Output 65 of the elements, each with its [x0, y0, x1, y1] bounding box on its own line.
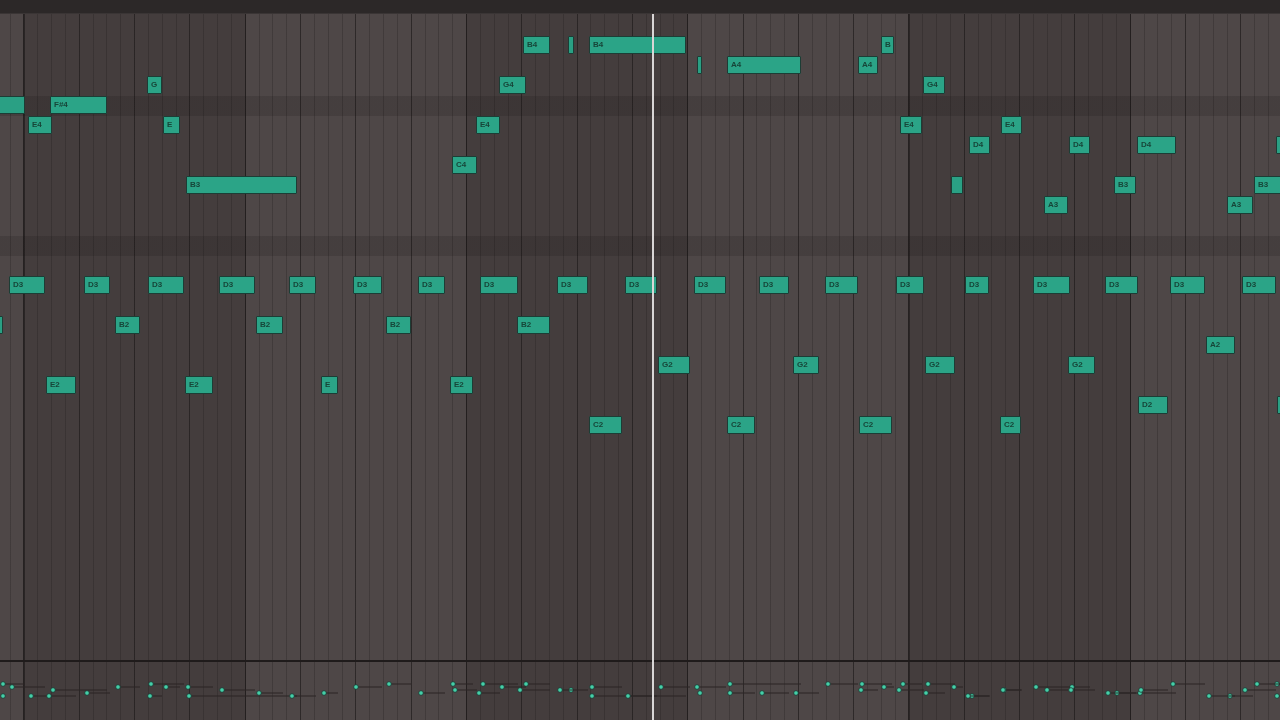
- midi-note[interactable]: D3: [148, 276, 184, 294]
- midi-note[interactable]: B3: [186, 176, 297, 194]
- midi-note[interactable]: D3: [353, 276, 382, 294]
- midi-note[interactable]: E2: [185, 376, 213, 394]
- midi-note[interactable]: D3: [9, 276, 45, 294]
- midi-note[interactable]: B2: [115, 316, 140, 334]
- midi-note[interactable]: E2: [46, 376, 76, 394]
- midi-note[interactable]: G2: [793, 356, 819, 374]
- midi-note[interactable]: D3: [418, 276, 445, 294]
- midi-note[interactable]: A4: [727, 56, 801, 74]
- midi-note[interactable]: E4: [1001, 116, 1022, 134]
- midi-note[interactable]: E: [321, 376, 338, 394]
- midi-note[interactable]: D3: [759, 276, 789, 294]
- midi-note[interactable]: B: [881, 36, 894, 54]
- midi-note[interactable]: [568, 36, 574, 54]
- midi-note[interactable]: D3: [557, 276, 588, 294]
- midi-note[interactable]: E4: [900, 116, 922, 134]
- midi-note[interactable]: D4: [1069, 136, 1090, 154]
- midi-note[interactable]: D3: [1242, 276, 1276, 294]
- midi-note[interactable]: B2: [386, 316, 411, 334]
- midi-note[interactable]: D4: [1137, 136, 1176, 154]
- midi-note[interactable]: D3: [1105, 276, 1138, 294]
- midi-note[interactable]: A2: [1206, 336, 1235, 354]
- midi-note[interactable]: [0, 96, 25, 114]
- midi-note[interactable]: D4: [969, 136, 990, 154]
- midi-note[interactable]: D3: [625, 276, 657, 294]
- velocity-markers[interactable]: [0, 681, 1280, 699]
- midi-note[interactable]: D3: [289, 276, 316, 294]
- midi-note[interactable]: C2: [1000, 416, 1021, 434]
- midi-note[interactable]: D3: [896, 276, 924, 294]
- midi-note[interactable]: [697, 56, 702, 74]
- midi-note[interactable]: B3: [1114, 176, 1136, 194]
- midi-note[interactable]: D3: [219, 276, 255, 294]
- midi-note[interactable]: G2: [925, 356, 955, 374]
- midi-note[interactable]: C2: [727, 416, 755, 434]
- midi-note[interactable]: B2: [517, 316, 550, 334]
- midi-note[interactable]: G2: [658, 356, 690, 374]
- midi-note[interactable]: G: [147, 76, 162, 94]
- midi-note[interactable]: D3: [1170, 276, 1205, 294]
- midi-note[interactable]: C4: [452, 156, 477, 174]
- midi-note[interactable]: C2: [859, 416, 892, 434]
- midi-note[interactable]: A3: [1227, 196, 1253, 214]
- midi-note[interactable]: D3: [480, 276, 518, 294]
- midi-note[interactable]: E4: [476, 116, 500, 134]
- midi-note[interactable]: A3: [1044, 196, 1068, 214]
- midi-note[interactable]: D3: [965, 276, 989, 294]
- midi-note[interactable]: A4: [858, 56, 878, 74]
- midi-note[interactable]: D3: [694, 276, 726, 294]
- midi-note[interactable]: F#4: [50, 96, 107, 114]
- midi-note[interactable]: E2: [450, 376, 473, 394]
- midi-note[interactable]: D3: [825, 276, 858, 294]
- midi-note[interactable]: E4: [28, 116, 52, 134]
- midi-note[interactable]: B4: [589, 36, 686, 54]
- midi-note[interactable]: [951, 176, 963, 194]
- midi-note[interactable]: B3: [1254, 176, 1280, 194]
- midi-note[interactable]: D3: [84, 276, 110, 294]
- midi-note[interactable]: G4: [923, 76, 945, 94]
- midi-note[interactable]: C2: [589, 416, 622, 434]
- midi-note[interactable]: B4: [523, 36, 550, 54]
- midi-note[interactable]: G2: [1068, 356, 1095, 374]
- midi-note[interactable]: E: [163, 116, 180, 134]
- midi-note[interactable]: B2: [256, 316, 283, 334]
- midi-note[interactable]: G4: [499, 76, 526, 94]
- midi-note[interactable]: D3: [1033, 276, 1070, 294]
- midi-note[interactable]: D2: [1138, 396, 1168, 414]
